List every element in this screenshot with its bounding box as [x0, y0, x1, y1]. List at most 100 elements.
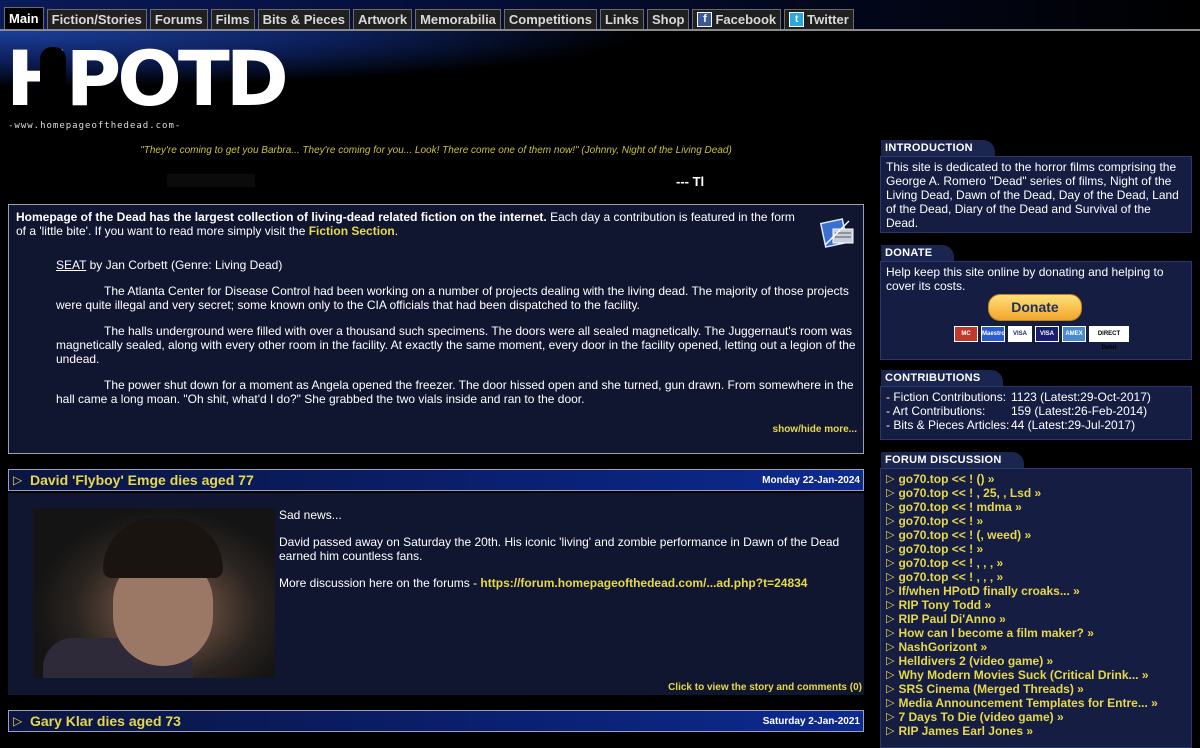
facebook-icon: f [697, 12, 713, 27]
story-excerpt: SEAT by Jan Corbett (Genre: Living Dead)… [56, 258, 856, 406]
tab-artwork[interactable]: Artwork [352, 9, 413, 29]
news-link-prefix: More discussion here on the forums - [279, 576, 481, 590]
forum-thread-link[interactable]: ▷ Helldivers 2 (video game) » [886, 654, 1186, 668]
donate-button[interactable]: Donate [988, 294, 1082, 321]
tab-films[interactable]: Films [210, 9, 255, 29]
forum-thread-link[interactable]: ▷ go70.top << ! () » [886, 472, 1186, 486]
tab-label: Competitions [508, 11, 592, 27]
forum-thread-link[interactable]: ▷ If/when HPotD finally croaks... » [886, 584, 1186, 598]
forum-thread-link[interactable]: ▷ go70.top << ! » [886, 514, 1186, 528]
tab-forums[interactable]: Forums [149, 9, 208, 29]
tab-memorabilia[interactable]: Memorabilia [415, 9, 501, 29]
news-ticker[interactable]: --- Tl [676, 174, 704, 189]
show-hide-more-link[interactable]: show/hide more... [773, 424, 857, 435]
forum-thread-title: Helldivers 2 (video game) » [898, 654, 1054, 668]
forum-thread-link[interactable]: ▷ go70.top << ! , , , » [886, 570, 1186, 584]
tab-label: Artwork [357, 11, 408, 27]
tab-facebook[interactable]: f Facebook [692, 9, 782, 29]
forum-thread-link[interactable]: ▷ How can I become a film maker? » [886, 626, 1186, 640]
forum-thread-title: go70.top << ! , 25, , Lsd » [898, 486, 1042, 500]
contribution-value: 1123 (Latest:29-Oct-2017) [1011, 390, 1151, 404]
forum-thread-title: go70.top << ! () » [898, 472, 995, 486]
forum-thread-title: SRS Cinema (Merged Threads) » [898, 682, 1084, 696]
forum-thread-title: Why Modern Movies Suck (Critical Drink..… [898, 668, 1149, 682]
book-icon [819, 215, 855, 251]
triangle-right-icon: ▷ [886, 501, 895, 513]
forum-thread-title: go70.top << ! » [898, 542, 984, 556]
triangle-right-icon: ▷ [886, 571, 895, 583]
news-title[interactable]: Gary Klar dies aged 73 [30, 713, 181, 729]
tab-shop[interactable]: Shop [646, 9, 690, 29]
forum-thread-title: NashGorizont » [898, 640, 988, 654]
forum-thread-link[interactable]: ▷ RIP Tony Todd » [886, 598, 1186, 612]
story-paragraph: The power shut down for a moment as Ange… [56, 378, 854, 406]
forum-thread-link[interactable]: ▷ NashGorizont » [886, 640, 1186, 654]
news-paragraph: David passed away on Saturday the 20th. … [279, 535, 840, 563]
forum-thread-title: go70.top << ! (, weed) » [898, 528, 1032, 542]
forum-thread-title: go70.top << ! , , , » [898, 570, 1004, 584]
forum-thread-title: RIP Paul Di'Anno » [898, 612, 1006, 626]
donate-box: Help keep this site online by donating a… [880, 261, 1192, 360]
news-header[interactable]: ▷ David 'Flyboy' Emge dies aged 77 Monda… [8, 469, 864, 491]
news-date: Saturday 2-Jan-2021 [762, 716, 860, 727]
feature-intro-end: . [394, 224, 399, 238]
tab-main[interactable]: Main [4, 7, 44, 29]
logo-url: -www.homepageofthedead.com- [8, 121, 182, 131]
forum-thread-link[interactable]: ▷ go70.top << ! mdma » [886, 500, 1186, 514]
triangle-right-icon: ▷ [886, 529, 895, 541]
site-logo[interactable]: HPOTD -www.homepageofthedead.com- [6, 39, 289, 132]
contribution-value: 44 (Latest:29-Jul-2017) [1011, 418, 1136, 432]
forum-thread-link[interactable]: ▷ go70.top << ! » [886, 542, 1186, 556]
view-story-comments-link[interactable]: Click to view the story and comments (0) [668, 682, 862, 693]
forum-thread-link[interactable]: ▷ RIP James Earl Jones » [886, 724, 1186, 738]
triangle-right-icon: ▷ [886, 599, 895, 611]
forum-thread-title: go70.top << ! mdma » [898, 500, 1022, 514]
tab-competitions[interactable]: Competitions [503, 9, 597, 29]
tab-bits-pieces[interactable]: Bits & Pieces [257, 9, 350, 29]
news-photo [33, 508, 275, 678]
forum-thread-link[interactable]: ▷ SRS Cinema (Merged Threads) » [886, 682, 1186, 696]
story-title-line: SEAT by Jan Corbett (Genre: Living Dead) [56, 258, 856, 272]
contribution-row: - Art Contributions: 159 (Latest:26-Feb-2… [886, 404, 1186, 418]
triangle-right-icon: ▷ [886, 515, 895, 527]
news-date: Monday 22-Jan-2024 [762, 475, 860, 486]
donate-text: Help keep this site online by donating a… [886, 265, 1164, 293]
triangle-right-icon: ▷ [886, 473, 895, 485]
forum-discussion-box: ▷ go70.top << ! () » ▷ go70.top << ! , 25, … [880, 468, 1192, 748]
forum-thread-link[interactable]: ▷ go70.top << ! (, weed) » [886, 528, 1186, 542]
news-paragraph: More discussion here on the forums - htt… [279, 576, 849, 590]
tab-label: Memorabilia [420, 11, 496, 27]
forum-thread-link[interactable]: ▷ RIP Paul Di'Anno » [886, 612, 1186, 626]
forum-thread-title: go70.top << ! , , , » [898, 556, 1004, 570]
story-title-link[interactable]: SEAT [56, 258, 86, 272]
contribution-label: - Art Contributions: [886, 404, 986, 418]
forum-discussion-heading: FORUM DISCUSSION [881, 452, 1024, 468]
triangle-right-icon: ▷ [886, 543, 895, 555]
payment-cards: MC Maestro VISA VISA AMEX DIRECT Debit [954, 326, 1129, 351]
triangle-right-icon: ▷ [13, 714, 23, 728]
tab-fiction-stories[interactable]: Fiction/Stories [46, 9, 147, 29]
tab-label: Forums [154, 11, 203, 27]
fiction-section-link[interactable]: Fiction Section [309, 224, 395, 238]
donate-heading: DONATE [881, 245, 955, 261]
forum-thread-title: If/when HPotD finally croaks... » [898, 584, 1080, 598]
contribution-row: - Fiction Contributions: 1123 (Latest:29-… [886, 390, 1186, 404]
news-title[interactable]: David 'Flyboy' Emge dies aged 77 [30, 472, 254, 488]
forum-thread-link[interactable]: ▷ 7 Days To Die (video game) » [886, 710, 1186, 724]
tab-links[interactable]: Links [599, 9, 644, 29]
news-header[interactable]: ▷ Gary Klar dies aged 73 Saturday 2-Jan-… [8, 710, 864, 732]
contribution-label: - Bits & Pieces Articles: [886, 418, 1010, 432]
forum-thread-link[interactable]: ▷ go70.top << ! , 25, , Lsd » [886, 486, 1186, 500]
forum-thread-link[interactable]: https://forum.homepageofthedead.com/...a… [480, 576, 807, 590]
forum-thread-list: ▷ go70.top << ! () » ▷ go70.top << ! , 25, … [886, 472, 1186, 738]
story-paragraph: The halls underground were filled with o… [56, 324, 856, 366]
forum-thread-link[interactable]: ▷ Why Modern Movies Suck (Critical Drink.… [886, 668, 1186, 682]
contribution-row: - Bits & Pieces Articles: 44 (Latest:29-J… [886, 418, 1186, 432]
introduction-text: This site is dedicated to the horror fil… [886, 160, 1179, 230]
feature-intro: Homepage of the Dead has the largest col… [16, 210, 808, 238]
forum-thread-link[interactable]: ▷ Media Announcement Templates for Entre.… [886, 696, 1186, 710]
forum-thread-link[interactable]: ▷ go70.top << ! , , , » [886, 556, 1186, 570]
triangle-right-icon: ▷ [886, 487, 895, 499]
forum-thread-title: RIP Tony Todd » [898, 598, 992, 612]
tab-twitter[interactable]: t Twitter [784, 9, 854, 29]
